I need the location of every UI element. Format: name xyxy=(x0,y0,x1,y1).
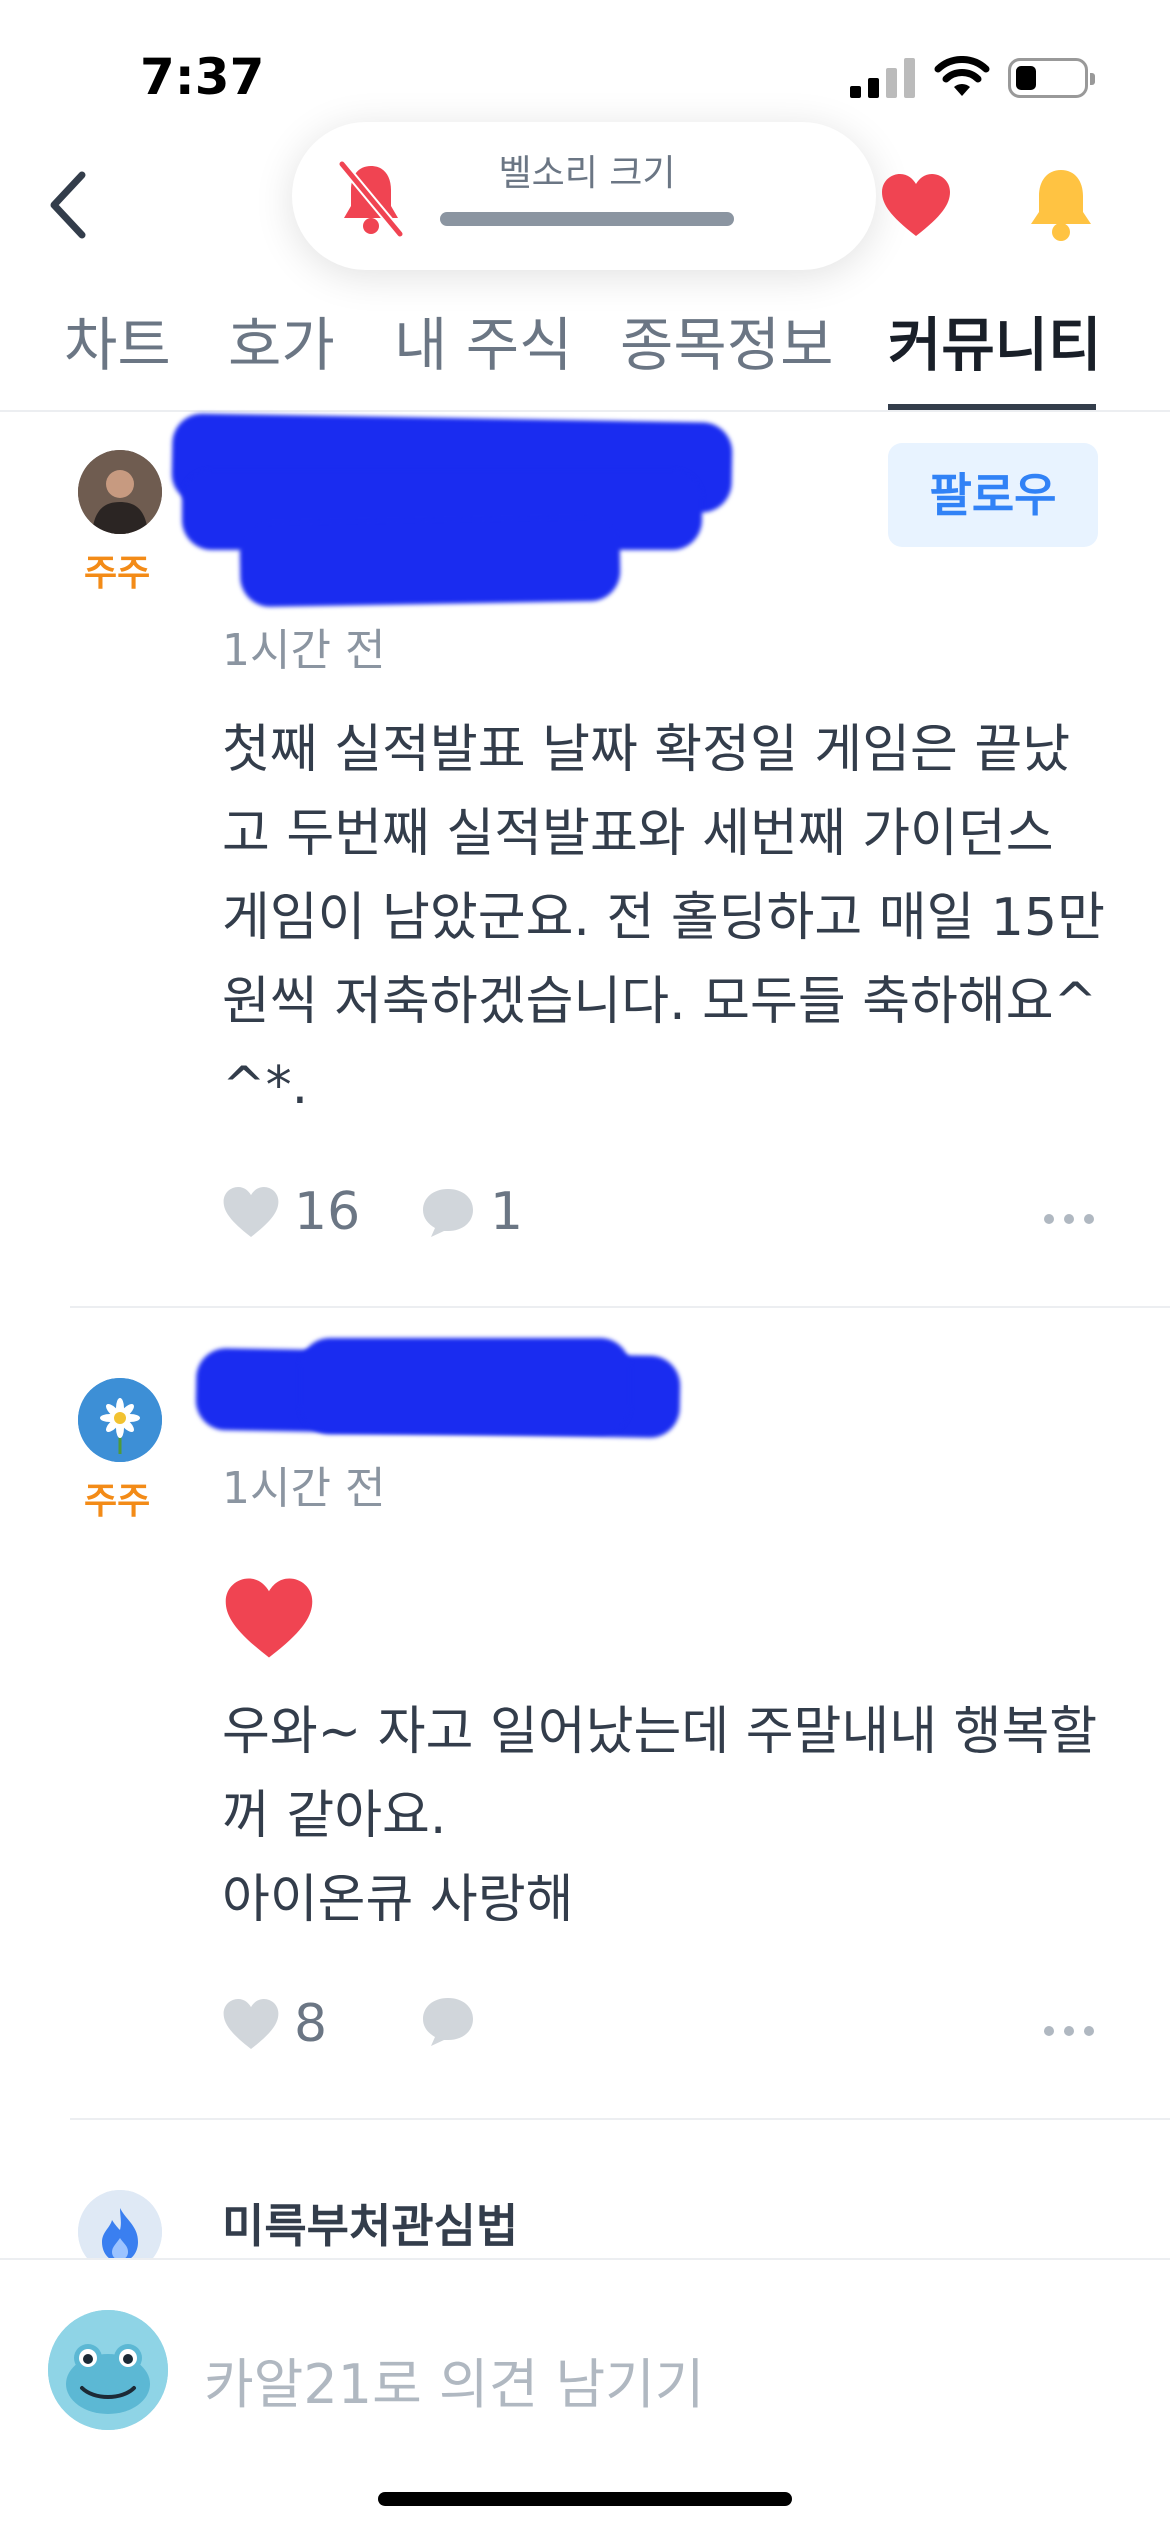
post-time: 1시간 전 xyxy=(222,1463,386,1514)
comment-composer: 카알21로 의견 남기기 xyxy=(0,2258,1170,2532)
shareholder-badge: 주주 xyxy=(84,1481,151,1522)
wifi-icon xyxy=(934,56,990,96)
active-tab-indicator xyxy=(888,404,1096,410)
status-time: 7:37 xyxy=(140,48,265,106)
home-indicator[interactable] xyxy=(378,2492,792,2506)
post-body-line: 우와~ 자고 일어났는데 주말내내 행복할 xyxy=(222,1702,1098,1762)
tab-bar: 차트 호가 내 주식 종목정보 커뮤니티 xyxy=(0,290,1170,412)
heart-icon[interactable] xyxy=(880,172,952,238)
comment-button[interactable] xyxy=(420,1994,490,2048)
daisy-icon xyxy=(78,1378,162,1462)
bell-icon[interactable] xyxy=(1026,166,1096,242)
redacted-author xyxy=(239,516,621,608)
comment-button[interactable]: 1 xyxy=(420,1182,523,1242)
heart-outline-icon xyxy=(223,1999,279,2049)
post-body-line: ^*. xyxy=(222,1056,309,1116)
like-button[interactable]: 8 xyxy=(222,1994,327,2054)
tab-stock-info[interactable]: 종목정보 xyxy=(620,298,833,382)
shareholder-badge: 주주 xyxy=(84,553,151,594)
comment-input[interactable]: 카알21로 의견 남기기 xyxy=(204,2340,704,2419)
tab-my-stock[interactable]: 내 주식 xyxy=(394,298,573,382)
bell-muted-icon xyxy=(337,160,405,238)
chevron-left-icon[interactable] xyxy=(40,165,100,245)
post-body[interactable]: 첫째 실적발표 날짜 확정일 게임은 끝났 고 두번째 실적발표와 세번째 가이… xyxy=(222,708,1105,1128)
like-count: 8 xyxy=(294,1994,328,2054)
follow-button[interactable]: 팔로우 xyxy=(888,443,1098,547)
post-divider xyxy=(70,1306,1170,1308)
battery-icon xyxy=(1008,58,1095,98)
more-options-icon[interactable] xyxy=(1044,2024,1094,2038)
post-body[interactable]: 우와~ 자고 일어났는데 주말내내 행복할 꺼 같아요. 아이온큐 사랑해 xyxy=(222,1690,1102,1942)
volume-label: 벨소리 크기 xyxy=(498,153,676,194)
post-body-line: 첫째 실적발표 날짜 확정일 게임은 끝났 xyxy=(222,720,1071,780)
post-body-line: 아이온큐 사랑해 xyxy=(222,1870,574,1930)
comment-bubble-icon xyxy=(423,1998,473,2046)
heart-emoji-icon xyxy=(225,1578,313,1658)
cellular-signal-icon xyxy=(850,58,915,98)
heart-outline-icon xyxy=(223,1187,279,1237)
post-time: 1시간 전 xyxy=(222,625,386,676)
like-button[interactable]: 16 xyxy=(222,1182,360,1242)
post-body-line: 원씩 저축하겠습니다. 모두들 축하해요^ xyxy=(222,972,1098,1032)
like-count: 16 xyxy=(294,1182,361,1242)
frog-avatar-icon[interactable] xyxy=(48,2310,168,2430)
tab-community[interactable]: 커뮤니티 xyxy=(888,298,1101,382)
comment-count: 1 xyxy=(490,1182,524,1242)
avatar[interactable] xyxy=(78,450,162,534)
avatar[interactable] xyxy=(78,1378,162,1462)
post-body-line: 고 두번째 실적발표와 세번째 가이던스 xyxy=(222,804,1054,864)
community-screen: 7:37 벨소리 크기 차트 호가 내 주식 종목정보 커뮤니티 주주 팔로우 … xyxy=(0,0,1170,2532)
more-options-icon[interactable] xyxy=(1044,1212,1094,1226)
tab-orderbook[interactable]: 호가 xyxy=(228,298,335,382)
post-body-line: 꺼 같아요. xyxy=(222,1786,447,1846)
volume-indicator: 벨소리 크기 xyxy=(292,122,876,270)
tab-chart[interactable]: 차트 xyxy=(64,298,171,382)
post-body-line: 게임이 남았군요. 전 홀딩하고 매일 15만 xyxy=(222,888,1105,948)
post-divider xyxy=(70,2118,1170,2120)
comment-bubble-icon xyxy=(423,1189,473,1237)
volume-slider[interactable] xyxy=(440,212,734,226)
redacted-author xyxy=(300,1338,630,1434)
post-author[interactable]: 미륵부처관심법 xyxy=(222,2190,518,2256)
person-photo-icon xyxy=(78,450,162,534)
